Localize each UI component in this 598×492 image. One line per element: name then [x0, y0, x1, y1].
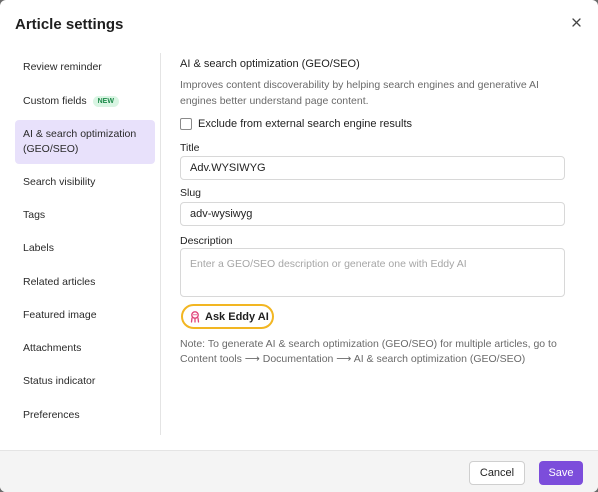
- sidebar-item-review-reminder[interactable]: Review reminder: [15, 54, 155, 80]
- sidebar-item-label: AI & search optimization (GEO/SEO): [23, 128, 137, 155]
- sidebar-item-tags[interactable]: Tags: [15, 202, 155, 228]
- modal-title: Article settings: [15, 16, 124, 33]
- sidebar-item-ai-search-optimization[interactable]: AI & search optimization (GEO/SEO): [15, 120, 155, 164]
- section-title: AI & search optimization (GEO/SEO): [180, 58, 360, 70]
- sidebar-item-label: Featured image: [23, 309, 97, 321]
- exclude-search-checkbox-row[interactable]: Exclude from external search engine resu…: [180, 118, 412, 130]
- close-button[interactable]: [566, 12, 586, 32]
- sidebar-item-labels[interactable]: Labels: [15, 235, 155, 261]
- sidebar-item-label: Custom fields: [23, 95, 87, 107]
- sidebar-item-label: Review reminder: [23, 61, 102, 73]
- description-textarea[interactable]: [180, 248, 565, 297]
- sidebar-item-label: Attachments: [23, 342, 82, 354]
- exclude-search-checkbox[interactable]: [180, 118, 192, 130]
- close-icon: [571, 17, 581, 27]
- sidebar-item-status-indicator[interactable]: Status indicator: [15, 368, 155, 394]
- sidebar-item-label: Labels: [23, 242, 54, 254]
- sidebar-item-label: Preferences: [23, 409, 80, 421]
- ask-eddy-ai-button[interactable]: Ask Eddy AI: [181, 304, 274, 329]
- bulk-generation-note: Note: To generate AI & search optimizati…: [180, 338, 557, 365]
- sidebar-item-label: Related articles: [23, 276, 96, 288]
- sidebar-item-related-articles[interactable]: Related articles: [15, 269, 155, 295]
- exclude-search-label: Exclude from external search engine resu…: [198, 118, 412, 130]
- sidebar-item-custom-fields[interactable]: Custom fields NEW: [15, 88, 155, 114]
- sidebar-item-label: Status indicator: [23, 375, 96, 387]
- ask-eddy-ai-label: Ask Eddy AI: [205, 310, 269, 323]
- sidebar-item-label: Search visibility: [23, 176, 96, 188]
- article-settings-modal: Article settings Review reminder Custom …: [0, 0, 598, 492]
- modal-footer: Cancel Save: [0, 450, 598, 492]
- section-description: Improves content discoverability by help…: [180, 79, 539, 107]
- title-input[interactable]: [180, 156, 565, 180]
- new-badge: NEW: [92, 95, 119, 107]
- save-button[interactable]: Save: [539, 461, 583, 485]
- slug-input[interactable]: [180, 202, 565, 226]
- description-label: Description: [180, 235, 233, 247]
- title-label: Title: [180, 142, 200, 154]
- slug-label: Slug: [180, 187, 202, 199]
- eddy-ai-icon: [190, 310, 200, 323]
- sidebar-item-featured-image[interactable]: Featured image: [15, 302, 155, 328]
- settings-sidebar: Review reminder Custom fields NEW AI & s…: [15, 53, 161, 435]
- sidebar-item-attachments[interactable]: Attachments: [15, 335, 155, 361]
- sidebar-item-search-visibility[interactable]: Search visibility: [15, 169, 155, 195]
- sidebar-item-preferences[interactable]: Preferences: [15, 402, 155, 428]
- sidebar-item-label: Tags: [23, 209, 46, 221]
- cancel-button[interactable]: Cancel: [469, 461, 525, 485]
